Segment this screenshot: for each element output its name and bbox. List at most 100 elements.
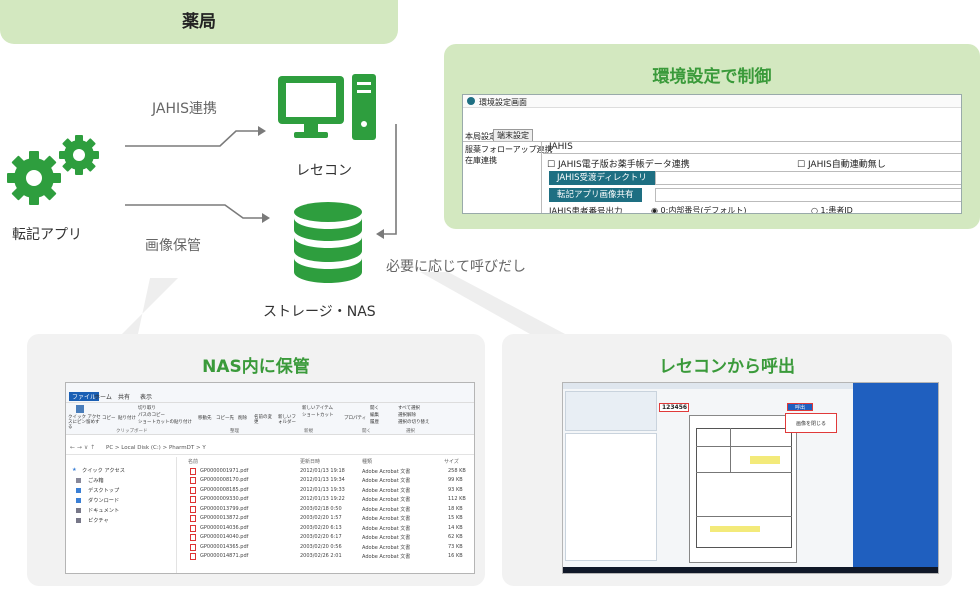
radio-patient-id[interactable]: ○ 1:患者ID	[811, 205, 853, 214]
sidebar-recycle[interactable]: ごみ箱	[66, 477, 174, 487]
image-arrow	[125, 204, 262, 219]
file-row[interactable]: GP0000014040.pdf 2003/02/20 6:17 Adobe Acr…	[186, 533, 474, 543]
file-row[interactable]: GP0000013872.pdf 2003/02/20 1:57 Adobe Acr…	[186, 514, 474, 524]
jahis-arrow	[125, 130, 258, 147]
file-type: Adobe Acrobat 文書	[362, 544, 411, 551]
file-size: 16 KB	[448, 553, 463, 559]
copy-button[interactable]: コピー	[102, 415, 116, 421]
file-row[interactable]: GP0000001971.pdf 2012/01/13 19:18 Adobe Ac…	[186, 467, 474, 477]
pin-button[interactable]: クイック アクセスにピン留めする	[68, 415, 102, 430]
side-item-followup[interactable]: 服薬フォローアップ連携	[465, 144, 553, 155]
col-name[interactable]: 名前	[188, 458, 198, 465]
sidebar-recycle-label: ごみ箱	[88, 478, 104, 484]
file-row[interactable]: GP0000013799.pdf 2003/02/18 0:50 Adobe Acr…	[186, 505, 474, 515]
path-pc[interactable]: PC	[106, 445, 113, 451]
delete-button[interactable]: 削除	[238, 415, 247, 421]
rename-button[interactable]: 名前の変更	[254, 415, 272, 425]
col-size[interactable]: サイズ	[444, 458, 459, 465]
path-local-disk[interactable]: Local Disk (C:)	[121, 445, 161, 451]
path-y[interactable]: Y	[202, 445, 205, 451]
file-list: 名前 更新日時 種類 サイズ GP0000001971.pdf 2012/01/1…	[186, 457, 474, 562]
address-bar[interactable]: PC > Local Disk (C:) > PharmDT > Y	[66, 445, 474, 455]
jahis-notebook-checkbox[interactable]: ☐ JAHIS電子版お薬手帳データ連携	[547, 157, 690, 170]
col-date[interactable]: 更新日時	[300, 458, 320, 465]
pdf-file-icon	[190, 505, 196, 513]
paste-button[interactable]: 貼り付け	[118, 415, 136, 421]
shortcut-paste-button[interactable]: ショートカットの貼り付け	[138, 419, 192, 425]
image-share-button[interactable]: 転記アプリ画像共有	[549, 188, 642, 202]
file-size: 18 KB	[448, 505, 463, 512]
file-name: GP0000013872.pdf	[200, 515, 249, 521]
file-date: 2003/02/20 6:13	[300, 524, 342, 531]
file-date: 2012/01/13 19:22	[300, 496, 345, 502]
col-type[interactable]: 種類	[362, 458, 372, 465]
edit-button[interactable]: 編集	[370, 412, 379, 418]
file-type: Adobe Acrobat 文書	[362, 497, 411, 503]
sidebar-downloads-label: ダウンロード	[88, 498, 120, 504]
open-button[interactable]: 開く	[370, 405, 379, 411]
file-name: GP0000008185.pdf	[200, 486, 249, 493]
jahis-directory-button[interactable]: JAHIS受渡ディレクトリ	[549, 171, 655, 185]
ribbon-tab-home[interactable]: ホーム	[94, 392, 112, 401]
properties-button[interactable]: プロパティ	[344, 415, 366, 421]
ribbon-tab-share[interactable]: 共有	[118, 392, 130, 401]
pin-icon	[76, 405, 84, 413]
pdf-file-icon	[190, 543, 196, 551]
jahis-auto-checkbox[interactable]: ☐ JAHIS自動連動無し	[797, 157, 886, 170]
sidebar-documents[interactable]: ドキュメント	[66, 507, 174, 517]
history-button[interactable]: 履歴	[370, 419, 379, 425]
radio-internal-number[interactable]: ◉ 0:内部番号(デフォルト)	[651, 205, 747, 214]
path-pharmdt[interactable]: PharmDT	[169, 445, 194, 451]
image-share-field[interactable]	[655, 188, 961, 202]
file-row[interactable]: GP0000008170.pdf 2012/01/13 19:34 Adobe Ac…	[186, 476, 474, 486]
file-name: GP0000014871.pdf	[200, 553, 249, 559]
pdf-file-icon	[190, 553, 196, 560]
select-none-button[interactable]: 選択解除	[398, 412, 416, 418]
file-size: 62 KB	[448, 534, 463, 540]
side-item-stock[interactable]: 在庫連携	[465, 155, 497, 166]
recon-callout-wedge	[420, 272, 565, 334]
group-organize: 整理	[230, 429, 239, 434]
copy-to-button[interactable]: コピー先	[216, 415, 234, 421]
file-type: Adobe Acrobat 文書	[362, 487, 411, 494]
invert-selection-button[interactable]: 選択の切り替え	[398, 419, 430, 425]
image-edge-label: 画像保管	[145, 238, 201, 254]
file-date: 2012/01/13 19:34	[300, 477, 345, 483]
nas-callout-wedge	[122, 278, 178, 334]
pdf-file-icon	[190, 477, 196, 484]
call-button[interactable]: 呼出	[787, 403, 813, 411]
download-icon	[76, 498, 81, 503]
database-icon	[294, 202, 362, 283]
move-to-button[interactable]: 移動先	[198, 415, 212, 421]
new-item-button[interactable]: 新しいアイテム	[302, 405, 333, 411]
jahis-notebook-checkbox-label: JAHIS電子版お薬手帳データ連携	[557, 160, 690, 170]
radio-internal-number-label: 0:内部番号(デフォルト)	[660, 206, 747, 214]
star-icon: ★	[72, 467, 77, 473]
ribbon-tab-view[interactable]: 表示	[140, 392, 152, 401]
file-row[interactable]: GP0000014036.pdf 2003/02/20 6:13 Adobe Acr…	[186, 524, 474, 534]
jahis-directory-field[interactable]	[655, 171, 961, 185]
file-row[interactable]: GP0000014871.pdf 2003/02/26 2:01 Adobe Acr…	[186, 552, 474, 562]
file-name: GP0000014040.pdf	[200, 534, 249, 540]
file-type: Adobe Acrobat 文書	[362, 468, 411, 475]
radio-patient-id-label: 1:患者ID	[820, 206, 853, 214]
jahis-edge-label: JAHIS連携	[152, 101, 218, 117]
file-type: Adobe Acrobat 文書	[362, 554, 411, 560]
copy-path-button[interactable]: パスのコピー	[138, 412, 165, 418]
patient-number-box[interactable]: 123456	[659, 403, 689, 412]
nav-arrows-icon[interactable]: ← → ∨ ↑	[70, 444, 95, 451]
group-open: 開く	[362, 429, 371, 434]
sidebar-pictures[interactable]: ピクチャ	[66, 517, 174, 527]
file-size: 14 KB	[448, 524, 463, 531]
file-row[interactable]: GP0000009330.pdf 2012/01/13 19:22 Adobe Ac…	[186, 495, 474, 505]
easy-access-button[interactable]: ショートカット	[302, 412, 334, 418]
new-folder-button[interactable]: 新しいフォルダー	[278, 415, 298, 425]
sidebar-downloads[interactable]: ダウンロード	[66, 497, 174, 507]
sidebar-desktop[interactable]: デスクトップ	[66, 487, 174, 497]
sidebar-quick-access[interactable]: ★ クイック アクセス	[66, 467, 174, 477]
cut-button[interactable]: 切り取り	[138, 405, 156, 411]
file-row[interactable]: GP0000008185.pdf 2012/01/13 19:33 Adobe Ac…	[186, 486, 474, 496]
file-row[interactable]: GP0000014365.pdf 2003/02/20 0:56 Adobe Acr…	[186, 543, 474, 553]
select-all-button[interactable]: すべて選択	[398, 405, 420, 411]
close-image-popup[interactable]: 画像を閉じる	[785, 413, 837, 433]
